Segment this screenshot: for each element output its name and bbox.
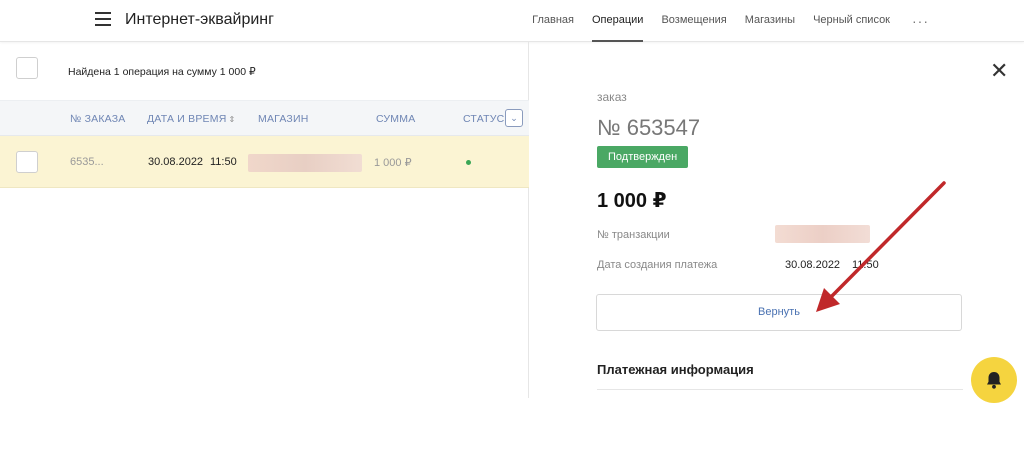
close-icon[interactable]: ✕ <box>990 60 1008 82</box>
column-header-amount[interactable]: СУММА <box>376 113 415 125</box>
transaction-label: № транзакции <box>597 229 670 241</box>
transaction-value-redacted <box>775 225 870 243</box>
notifications-button[interactable] <box>971 357 1017 403</box>
order-label: заказ <box>597 90 627 104</box>
sort-icon[interactable]: ⇕ <box>228 115 235 124</box>
nav-item-blacklist[interactable]: Черный список <box>813 0 890 42</box>
column-header-datetime[interactable]: ДАТА И ВРЕМЯ ⇕ <box>147 113 235 125</box>
row-checkbox[interactable] <box>16 151 38 173</box>
created-label: Дата создания платежа <box>597 259 718 271</box>
order-detail-panel: ✕ заказ № 653547 Подтвержден 1 000 ₽ № т… <box>530 42 1024 398</box>
menu-icon[interactable] <box>95 12 111 26</box>
row-amount: 1 000 ₽ <box>374 157 412 169</box>
operations-panel: Найдена 1 операция на сумму 1 000 ₽ № ЗА… <box>0 42 529 398</box>
row-shop-redacted <box>248 154 362 172</box>
column-header-order[interactable]: № ЗАКАЗА <box>70 113 125 125</box>
section-divider <box>597 389 963 390</box>
status-dot <box>466 160 471 165</box>
column-header-status[interactable]: СТАТУС <box>463 113 504 125</box>
payment-info-title: Платежная информация <box>597 362 754 377</box>
top-header: Интернет-эквайринг Главная Операции Возм… <box>0 0 1024 42</box>
select-all-checkbox[interactable] <box>16 57 38 79</box>
refund-button[interactable]: Вернуть <box>596 294 962 331</box>
chevron-down-icon[interactable]: ⌄ <box>505 109 523 127</box>
main-nav: Главная Операции Возмещения Магазины Чер… <box>514 0 929 42</box>
found-summary: Найдена 1 операция на сумму 1 000 ₽ <box>68 66 256 78</box>
column-header-datetime-label: ДАТА И ВРЕМЯ <box>147 113 227 125</box>
nav-item-shops[interactable]: Магазины <box>745 0 795 42</box>
created-time: 11:50 <box>852 259 879 271</box>
row-date: 30.08.2022 <box>148 156 204 168</box>
more-menu-icon[interactable]: ··· <box>912 13 929 29</box>
row-time: 11:50 <box>210 156 237 168</box>
order-number: № 653547 <box>597 115 701 140</box>
table-row[interactable]: 6535... 30.08.2022 11:50 1 000 ₽ <box>0 136 529 188</box>
nav-item-home[interactable]: Главная <box>532 0 574 42</box>
created-date: 30.08.2022 <box>785 259 841 271</box>
column-header-shop[interactable]: МАГАЗИН <box>258 113 309 125</box>
table-header: № ЗАКАЗА ДАТА И ВРЕМЯ ⇕ МАГАЗИН СУММА СТА… <box>0 100 529 136</box>
status-badge: Подтвержден <box>597 146 689 168</box>
app-title: Интернет-эквайринг <box>125 11 274 28</box>
row-order-number: 6535... <box>70 156 104 168</box>
nav-item-operations[interactable]: Операции <box>592 0 644 42</box>
nav-item-refunds[interactable]: Возмещения <box>661 0 726 42</box>
order-amount: 1 000 ₽ <box>597 190 667 212</box>
bell-icon <box>987 372 1001 389</box>
